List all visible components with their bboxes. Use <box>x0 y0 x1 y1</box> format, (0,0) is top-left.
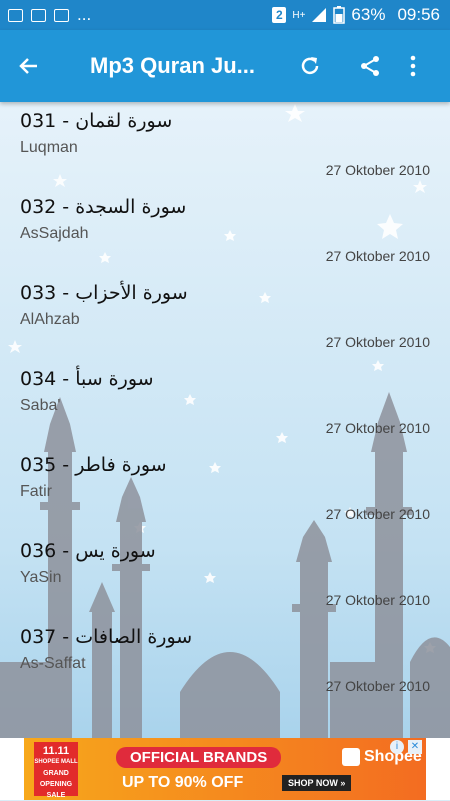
more-vert-icon <box>410 55 416 77</box>
track-date: 27 Oktober 2010 <box>325 506 430 522</box>
battery-icon <box>333 6 346 24</box>
ad-close-icon[interactable]: ✕ <box>408 740 422 754</box>
track-date: 27 Oktober 2010 <box>325 334 430 350</box>
track-name: AsSajdah <box>20 225 89 242</box>
ad-headline: OFFICIAL BRANDS <box>116 747 282 768</box>
clock: 09:56 <box>397 5 440 24</box>
track-title: 034 - سورة سبأ <box>20 368 154 390</box>
track-title: 036 - سورة يس <box>20 540 156 562</box>
track-name: YaSin <box>20 569 62 586</box>
track-date: 27 Oktober 2010 <box>325 592 430 608</box>
track-title: 033 - سورة الأحزاب <box>20 282 188 304</box>
track-item[interactable]: 033 - سورة الأحزاب AlAhzab 27 Oktober 20… <box>0 274 450 360</box>
track-name: Saba' <box>20 397 61 414</box>
track-date: 27 Oktober 2010 <box>325 248 430 264</box>
track-title: 035 - سورة فاطر <box>20 454 167 476</box>
track-list: 031 - سورة لقمان Luqman 27 Oktober 2010 … <box>0 102 450 704</box>
track-date: 27 Oktober 2010 <box>325 420 430 436</box>
page-title: Mp3 Quran Ju... <box>90 53 256 78</box>
track-name: AlAhzab <box>20 311 80 328</box>
track-title: 037 - سورة الصافات <box>20 626 193 648</box>
notification-icons: ... <box>0 5 91 25</box>
track-item[interactable]: 037 - سورة الصافات As-Saffat 27 Oktober … <box>0 618 450 704</box>
refresh-icon <box>301 57 319 75</box>
ad-banner-area: 11.11 SHOPEE MALL GRAND OPENING SALE OFF… <box>0 738 450 800</box>
ad-subline: UP TO 90% OFF <box>122 774 244 791</box>
ad-logo-line1: 11.11 <box>42 745 70 757</box>
sim-badge: 2 <box>272 7 287 23</box>
track-name: As-Saffat <box>20 655 86 672</box>
gallery-icon <box>8 8 23 22</box>
ad-logo-line3: GRAND OPENING SALE <box>39 770 73 799</box>
ad-logo-line2: SHOPEE MALL <box>34 759 78 765</box>
message-icon <box>31 8 46 22</box>
track-item[interactable]: 034 - سورة سبأ Saba' 27 Oktober 2010 <box>0 360 450 446</box>
signal-icon <box>312 8 327 22</box>
overflow-menu-button[interactable] <box>398 30 428 102</box>
track-title: 031 - سورة لقمان <box>20 110 173 132</box>
track-date: 27 Oktober 2010 <box>325 162 430 178</box>
arrow-left-icon <box>19 58 37 74</box>
back-button[interactable] <box>0 30 58 102</box>
track-name: Fatir <box>20 483 52 500</box>
ad-banner[interactable]: 11.11 SHOPEE MALL GRAND OPENING SALE OFF… <box>24 738 426 800</box>
edit-icon <box>54 8 69 22</box>
track-list-area[interactable]: 031 - سورة لقمان Luqman 27 Oktober 2010 … <box>0 102 450 738</box>
ad-info-icon[interactable]: i <box>390 740 404 754</box>
shop-now-button[interactable]: SHOP NOW » <box>282 775 352 791</box>
track-item[interactable]: 031 - سورة لقمان Luqman 27 Oktober 2010 <box>0 102 450 188</box>
track-date: 27 Oktober 2010 <box>325 678 430 694</box>
track-title: 032 - سورة السجدة <box>20 196 187 218</box>
status-bar: ... 2 H+ 63% 09:56 <box>0 0 450 30</box>
track-item[interactable]: 036 - سورة يس YaSin 27 Oktober 2010 <box>0 532 450 618</box>
battery-level: 63% <box>351 5 386 24</box>
more-notifications: ... <box>77 5 92 24</box>
track-name: Luqman <box>20 139 78 156</box>
track-item[interactable]: 032 - سورة السجدة AsSajdah 27 Oktober 20… <box>0 188 450 274</box>
ad-logo: 11.11 SHOPEE MALL GRAND OPENING SALE <box>34 742 78 799</box>
share-icon <box>361 56 379 76</box>
track-item[interactable]: 035 - سورة فاطر Fatir 27 Oktober 2010 <box>0 446 450 532</box>
app-bar: Mp3 Quran Ju... <box>0 30 450 102</box>
shopping-bag-icon <box>342 748 360 766</box>
refresh-button[interactable] <box>280 30 340 102</box>
network-type: H+ <box>292 9 306 21</box>
share-button[interactable] <box>340 30 400 102</box>
